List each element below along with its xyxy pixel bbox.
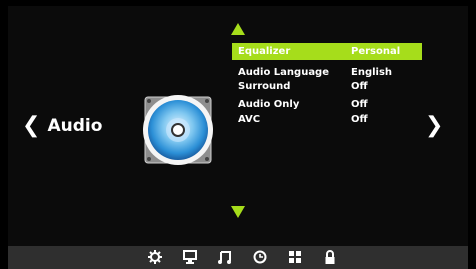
menu-item-avc[interactable]: AVC Off <box>232 112 422 127</box>
section-title-label: Audio <box>47 115 103 136</box>
menu-item-value: English <box>351 66 393 78</box>
chevron-right-icon[interactable]: ❯ <box>425 115 443 137</box>
menu-item-audio-language[interactable]: Audio Language English <box>232 65 422 79</box>
bottom-menu-icons <box>146 249 339 265</box>
menu-item-label: Audio Only <box>238 99 300 110</box>
menu-item-label: Audio Language <box>238 66 330 78</box>
section-title: ❮ Audio <box>22 115 102 137</box>
disc-speaker-icon <box>143 95 213 165</box>
lock-icon[interactable] <box>321 249 339 265</box>
menu-item-label: AVC <box>238 114 261 125</box>
menu-item-label: Surround <box>238 80 291 92</box>
scroll-down-arrow-icon[interactable] <box>231 206 245 218</box>
audio-menu: Equalizer Personal Audio Language Englis… <box>232 43 422 127</box>
monitor-icon[interactable] <box>181 249 199 265</box>
music-note-icon[interactable] <box>216 249 234 265</box>
menu-item-label: Equalizer <box>238 46 291 57</box>
menu-item-value: Personal <box>351 46 401 57</box>
menu-item-value: Off <box>351 99 368 110</box>
menu-item-value: Off <box>351 114 368 125</box>
clock-icon[interactable] <box>251 249 269 265</box>
settings-gear-icon[interactable] <box>146 249 164 265</box>
menu-item-audio-only[interactable]: Audio Only Off <box>232 97 422 112</box>
chevron-left-icon[interactable]: ❮ <box>22 115 40 137</box>
grid-icon[interactable] <box>286 249 304 265</box>
menu-item-surround[interactable]: Surround Off <box>232 79 422 93</box>
menu-item-value: Off <box>351 80 368 92</box>
menu-item-equalizer[interactable]: Equalizer Personal <box>232 43 422 60</box>
scroll-up-arrow-icon[interactable] <box>231 23 245 35</box>
